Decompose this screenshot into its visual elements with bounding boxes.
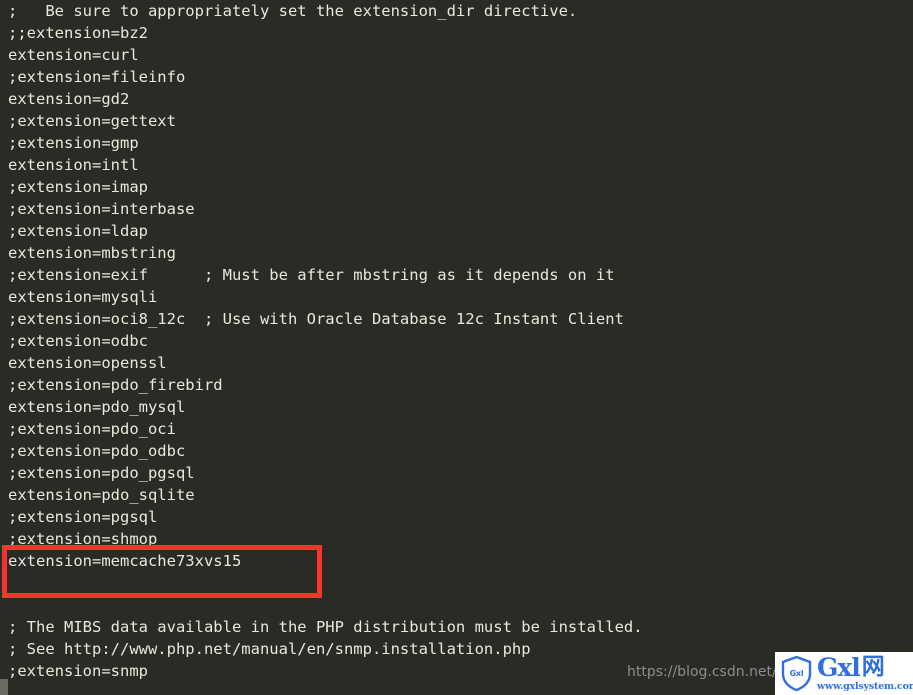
- code-line: extension=intl: [8, 156, 139, 174]
- code-line: ;;extension=bz2: [8, 24, 148, 42]
- logo-wordmark-cn: 网: [861, 654, 885, 681]
- logo-wordmark: Gxl 网: [817, 653, 913, 683]
- code-line: ;extension=pdo_pgsql: [8, 464, 195, 482]
- code-line: ;extension=shmop: [8, 530, 158, 548]
- php-ini-code-block[interactable]: ; Be sure to appropriately set the exten…: [8, 0, 913, 682]
- gxl-logo-badge: Gxl Gxl 网 www.gxlsystem.com: [775, 652, 913, 695]
- screenshot-root: ; Be sure to appropriately set the exten…: [0, 0, 913, 695]
- code-line: ;extension=pdo_firebird: [8, 376, 223, 394]
- code-line: ;extension=gettext: [8, 112, 176, 130]
- logo-wordmark-latin: Gxl: [817, 653, 861, 683]
- code-line: ;extension=interbase: [8, 200, 195, 218]
- code-line: extension=gd2: [8, 90, 130, 108]
- window-edge-strip: [0, 679, 8, 695]
- csdn-watermark-url: https://blog.csdn.net/: [627, 664, 777, 680]
- code-line: ;extension=fileinfo: [8, 68, 186, 86]
- code-line: ;extension=pdo_oci: [8, 420, 176, 438]
- code-line: ;extension=pgsql: [8, 508, 158, 526]
- shield-label: Gxl: [789, 669, 804, 678]
- logo-domain-text: www.gxlsystem.com: [817, 681, 913, 693]
- code-line: extension=mysqli: [8, 288, 158, 306]
- code-line: ; The MIBS data available in the PHP dis…: [8, 618, 643, 636]
- code-line: extension=pdo_mysql: [8, 398, 186, 416]
- code-line: ; Be sure to appropriately set the exten…: [8, 2, 578, 20]
- code-line: extension=memcache73xvs15: [8, 552, 242, 570]
- code-line: ;extension=pdo_odbc: [8, 442, 186, 460]
- code-line: ;extension=exif ; Must be after mbstring…: [8, 266, 615, 284]
- code-line: extension=openssl: [8, 354, 167, 372]
- logo-wordmark-group: Gxl 网 www.gxlsystem.com: [817, 655, 913, 692]
- shield-icon: Gxl: [780, 655, 813, 692]
- code-line: ;extension=gmp: [8, 134, 139, 152]
- code-line: ;extension=odbc: [8, 332, 148, 350]
- code-line: extension=mbstring: [8, 244, 176, 262]
- code-line: ;extension=oci8_12c ; Use with Oracle Da…: [8, 310, 624, 328]
- code-line: ;extension=imap: [8, 178, 148, 196]
- code-line: extension=curl: [8, 46, 139, 64]
- code-line: extension=pdo_sqlite: [8, 486, 195, 504]
- code-line: ;extension=ldap: [8, 222, 148, 240]
